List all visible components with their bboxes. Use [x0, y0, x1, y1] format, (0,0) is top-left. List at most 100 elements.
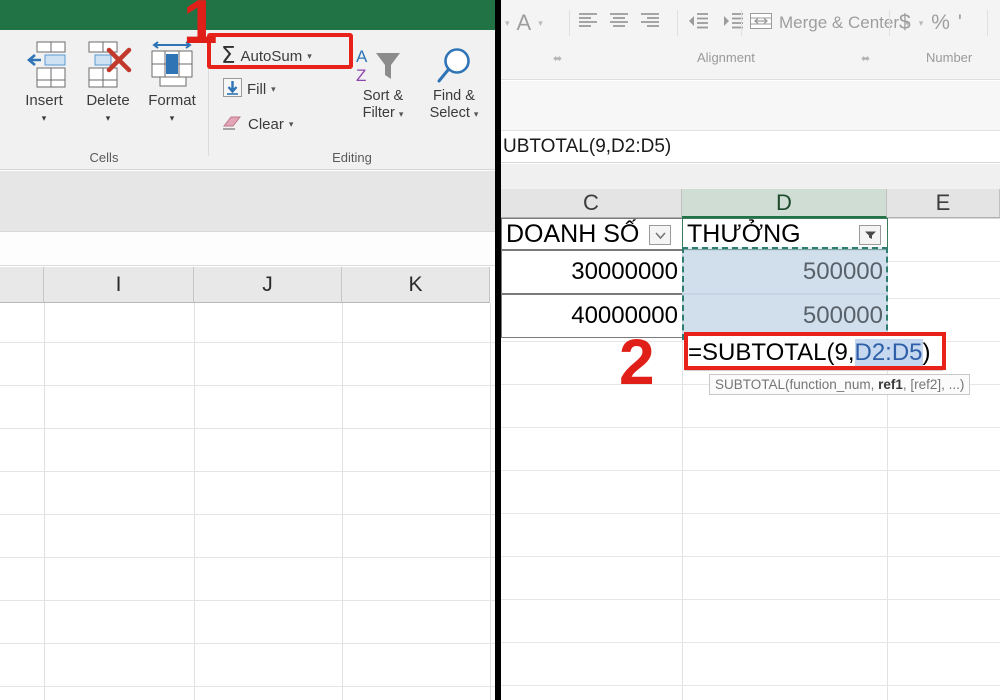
merge-center-icon [749, 11, 773, 36]
eraser-icon [221, 113, 243, 136]
editing-group-label: Editing [332, 150, 372, 165]
comma-style-icon[interactable]: ' [958, 11, 962, 35]
filter-applied-icon [864, 231, 876, 239]
align-left-icon[interactable] [577, 11, 599, 36]
formula-entry-cell[interactable]: =SUBTOTAL(9, D2:D5) [685, 335, 943, 371]
fill-button[interactable]: Fill ▾ [223, 78, 276, 101]
left-corner-header[interactable] [0, 267, 44, 303]
decrease-indent-icon[interactable] [686, 11, 710, 36]
right-gridline-row [501, 470, 1000, 471]
filter-dropdown-thuong[interactable] [859, 225, 881, 245]
annotation-marker-2: 2 [619, 326, 655, 398]
tooltip-bold-arg: ref1 [878, 377, 903, 392]
font-color-caret[interactable]: ▾ [538, 18, 543, 29]
annotation-marker-1: 1 [183, 0, 218, 57]
cell-D-value: 500000 [802, 258, 883, 285]
left-gridline-col [44, 303, 45, 700]
table-row[interactable]: 40000000 [501, 294, 683, 338]
find-select-button[interactable]: Find & Select ▾ [417, 44, 491, 123]
format-cells-caret[interactable]: ▾ [140, 113, 204, 124]
right-gridline-row [501, 685, 1000, 686]
sort-az-filter-icon: A Z [346, 44, 420, 88]
percent-icon[interactable]: % [931, 11, 950, 35]
table-row[interactable]: 500000 [682, 294, 888, 338]
format-cells-label: Format [148, 92, 196, 109]
left-gridline-row [0, 557, 495, 558]
formula-bar[interactable]: UBTOTAL(9,D2:D5) [501, 132, 1000, 163]
formula-prefix: =SUBTOTAL(9, [688, 339, 855, 366]
ribbon-group-cells: Insert ▾ Delete ▾ Format ▾ Cells [0, 30, 208, 170]
table-header-thuong[interactable]: THƯỞNG [682, 218, 888, 250]
left-col-header-K[interactable]: K [342, 267, 490, 303]
right-col-header-C[interactable]: C [501, 189, 682, 218]
left-col-header-J[interactable]: J [194, 267, 342, 303]
ribbon-left: Insert ▾ Delete ▾ Format ▾ Cells Σ AutoS… [0, 30, 495, 170]
right-gridline-row [501, 642, 1000, 643]
fill-label: Fill [247, 81, 267, 98]
left-gridline-row [0, 643, 495, 644]
sort-filter-caret[interactable]: ▾ [399, 109, 404, 119]
ribbon-vertical-separator [677, 10, 678, 36]
currency-icon[interactable]: $ [899, 11, 911, 35]
insert-cells-button[interactable]: Insert ▾ [12, 38, 76, 124]
ribbon-vertical-separator [987, 10, 988, 36]
right-gridline-row [501, 556, 1000, 557]
tooltip-fn: SUBTOTAL(function_num, [715, 377, 879, 392]
ribbon-vertical-separator [569, 10, 570, 36]
left-gridline-row [0, 342, 495, 343]
left-gridline-col [490, 303, 491, 700]
ribbon-vertical-separator [741, 10, 742, 36]
chevron-down-icon [654, 231, 666, 239]
clear-button[interactable]: Clear ▾ [221, 113, 293, 136]
left-gridline-row [0, 385, 495, 386]
number-group-label: Number [926, 50, 973, 65]
delete-cells-caret[interactable]: ▾ [76, 113, 140, 124]
delete-cells-icon [76, 38, 140, 90]
indent-buttons [686, 6, 745, 40]
left-gridline-row [0, 600, 495, 601]
font-group-fragment: ▾ A ▾ [505, 6, 543, 40]
alignment-group-label: Alignment [697, 50, 755, 65]
right-panel: ▾ A ▾ Merge & Center ▾ $ ▾ % ' ⬌ Alignme… [501, 0, 1000, 700]
left-gridline-row [0, 514, 495, 515]
left-gridline-col [194, 303, 195, 700]
excel-title-bar [0, 0, 495, 30]
function-tooltip: SUBTOTAL(function_num, ref1, [ref2], ...… [709, 374, 971, 395]
merge-center-label: Merge & Center [779, 13, 899, 32]
autosum-caret[interactable]: ▾ [307, 51, 312, 62]
ribbon-vertical-separator [889, 10, 890, 36]
merge-center-button[interactable]: Merge & Center ▾ [749, 6, 910, 40]
currency-caret[interactable]: ▾ [919, 18, 924, 29]
left-gridline-row [0, 428, 495, 429]
screenshot-root: Insert ▾ Delete ▾ Format ▾ Cells Σ AutoS… [0, 0, 1000, 700]
font-fragment-caret[interactable]: ▾ [505, 18, 510, 29]
table-row[interactable]: 30000000 [501, 250, 683, 294]
fill-caret[interactable]: ▾ [271, 84, 276, 95]
left-gridline-col [342, 303, 343, 700]
table-row[interactable]: 500000 [682, 250, 888, 294]
insert-cells-caret[interactable]: ▾ [12, 113, 76, 124]
insert-cells-icon [12, 38, 76, 90]
filter-dropdown-doanh-so[interactable] [649, 225, 671, 245]
delete-cells-button[interactable]: Delete ▾ [76, 38, 140, 124]
sort-filter-button[interactable]: A Z Sort & Filter ▾ [346, 44, 420, 123]
font-dialog-launcher[interactable]: ⬌ [553, 52, 562, 65]
align-right-icon[interactable] [639, 11, 661, 36]
autosum-button[interactable]: Σ AutoSum ▾ [221, 43, 312, 69]
right-col-header-D[interactable]: D [682, 189, 887, 218]
align-center-icon[interactable] [608, 11, 630, 36]
right-gridline-row [501, 427, 1000, 428]
font-color-icon[interactable]: A [517, 10, 532, 36]
cell-D-value: 500000 [802, 302, 883, 329]
table-header-doanh-so-label: DOANH SỐ [506, 219, 640, 248]
insert-cells-label: Insert [25, 92, 63, 109]
clear-caret[interactable]: ▾ [289, 119, 294, 130]
alignment-dialog-launcher[interactable]: ⬌ [861, 52, 870, 65]
right-col-header-E[interactable]: E [887, 189, 1000, 218]
left-col-header-I[interactable]: I [44, 267, 194, 303]
find-select-caret[interactable]: ▾ [474, 109, 479, 119]
ribbon-right: ▾ A ▾ Merge & Center ▾ $ ▾ % ' ⬌ Alignme… [501, 0, 1000, 80]
formula-bar-value: UBTOTAL(9,D2:D5) [503, 136, 672, 157]
tooltip-rest: , [ref2], ...) [902, 377, 965, 392]
left-panel: Insert ▾ Delete ▾ Format ▾ Cells Σ AutoS… [0, 0, 495, 700]
